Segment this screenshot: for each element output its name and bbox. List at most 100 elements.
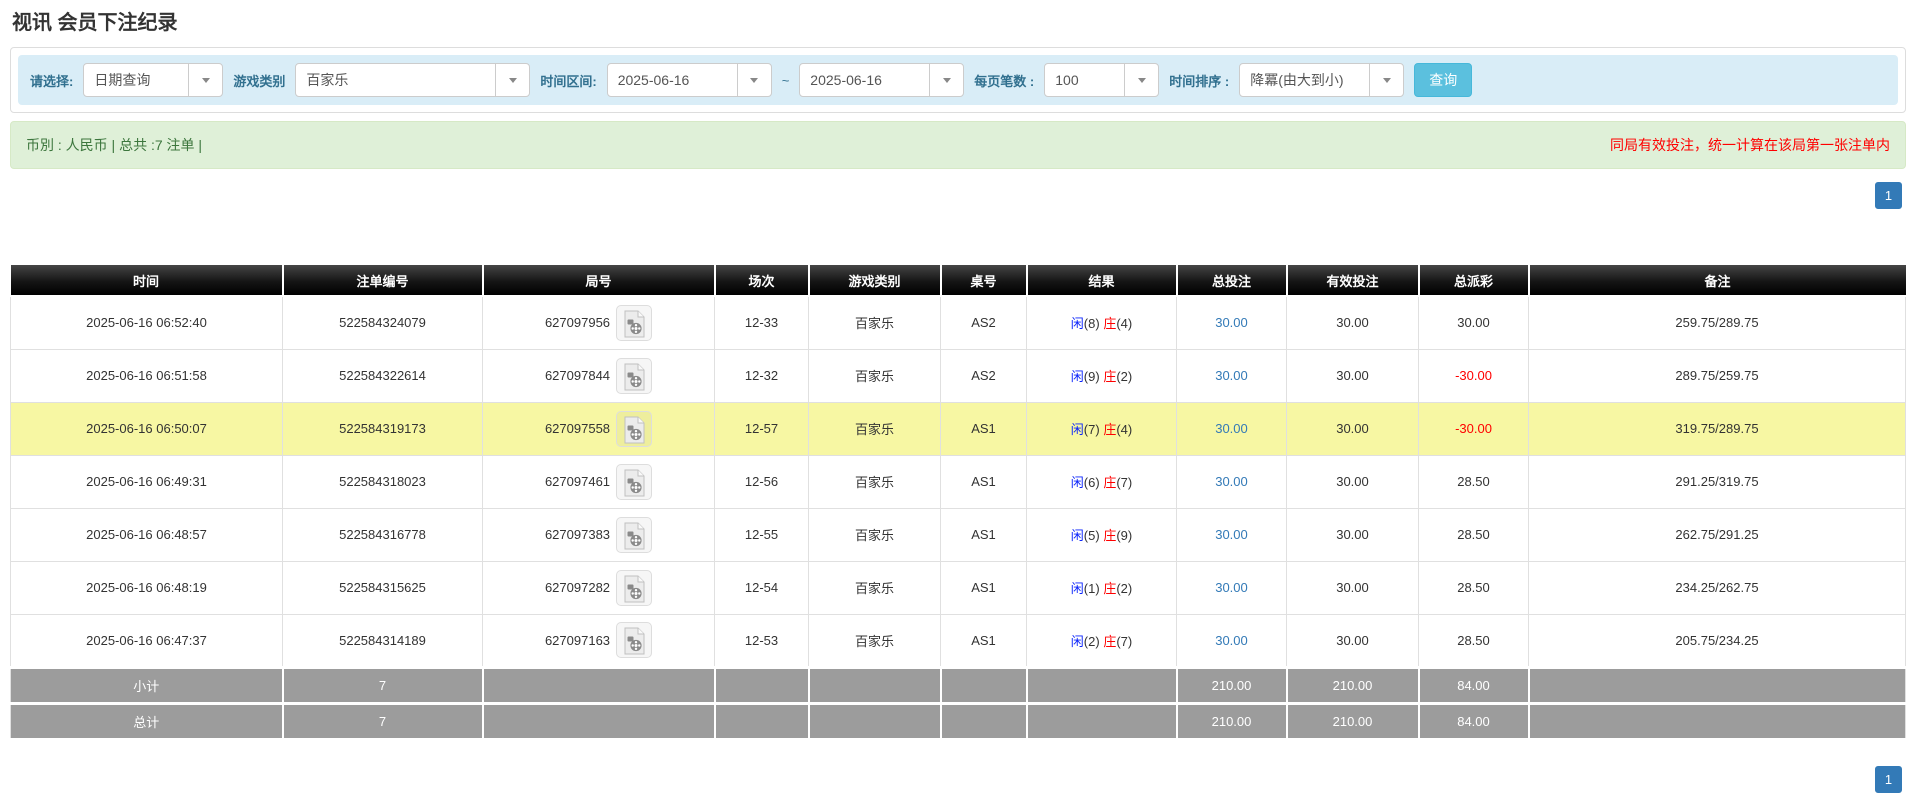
page-title: 视讯 会员下注纪录	[12, 12, 178, 34]
player-result: 闲	[1070, 369, 1084, 384]
time-cell: 2025-06-16 06:49:31	[10, 454, 283, 509]
game-cell: 百家乐	[808, 454, 941, 509]
date-to-value: 2025-06-16	[810, 72, 882, 88]
summary-valid-bet-cell: 210.00	[1285, 701, 1420, 741]
valid-bet-cell: 30.00	[1286, 401, 1419, 456]
column-header: 场次	[713, 265, 809, 297]
betting-records-table: 时间 注单编号 局号 场次 游戏类别 桌号 结果 总投注 有效投注 总派彩 备注 2025-06-1…	[10, 265, 1906, 741]
video-replay-button[interactable]	[616, 516, 653, 553]
game-cell: 百家乐	[808, 507, 941, 562]
range-separator: ~	[781, 72, 790, 88]
table-row: 2025-06-16 06:48:19 522584315625 6270972…	[10, 560, 1906, 615]
game-cell: 百家乐	[808, 401, 941, 456]
note-cell: 259.75/289.75	[1528, 295, 1906, 350]
chevron-down-icon	[495, 64, 529, 96]
session-cell: 12-57	[714, 401, 809, 456]
banker-result: 庄	[1103, 581, 1117, 596]
video-replay-button[interactable]	[616, 410, 653, 447]
payout-cell: 28.50	[1418, 454, 1529, 509]
total-bet-link[interactable]: 30.00	[1215, 421, 1248, 436]
table-row: 2025-06-16 06:48:57 522584316778 6270973…	[10, 507, 1906, 562]
session-cell: 12-56	[714, 454, 809, 509]
table-no-cell: AS2	[940, 348, 1027, 403]
session-cell: 12-55	[714, 507, 809, 562]
time-sort-select[interactable]: 降冪(由大到小)	[1239, 63, 1405, 97]
video-replay-button[interactable]	[616, 304, 653, 341]
round-cell: 627097461	[482, 454, 715, 509]
total-bet-cell: 30.00	[1176, 454, 1287, 509]
column-header: 备注	[1527, 265, 1906, 297]
round-id: 627097383	[544, 527, 611, 542]
banker-result: 庄	[1103, 422, 1117, 437]
filter-bar: 请选择: 日期查询 游戏类别 百家乐 时间区间: 2025-06-16 ~ 20…	[18, 55, 1898, 105]
table-no-cell: AS2	[940, 295, 1027, 350]
total-bet-link[interactable]: 30.00	[1215, 527, 1248, 542]
filter-panel: 请选择: 日期查询 游戏类别 百家乐 时间区间: 2025-06-16 ~ 20…	[10, 47, 1906, 113]
pagination-bottom: 1	[10, 765, 1902, 793]
search-button[interactable]: 查询	[1414, 63, 1473, 97]
session-cell: 12-32	[714, 348, 809, 403]
payout-cell: -30.00	[1418, 348, 1529, 403]
summary-row: 小计 7 210.00 210.00 84.00	[10, 665, 1906, 705]
time-cell: 2025-06-16 06:47:37	[10, 613, 283, 668]
payout-cell: 28.50	[1418, 507, 1529, 562]
note-cell: 289.75/259.75	[1528, 348, 1906, 403]
summary-total-bet-cell: 210.00	[1175, 665, 1288, 705]
total-bet-link[interactable]: 30.00	[1215, 315, 1248, 330]
game-cell: 百家乐	[808, 560, 941, 615]
summary-count-cell: 7	[281, 701, 484, 741]
video-film-icon	[624, 363, 645, 390]
total-bet-link[interactable]: 30.00	[1215, 474, 1248, 489]
bet-id-cell: 522584324079	[282, 295, 483, 350]
page-size-select[interactable]: 100	[1044, 63, 1160, 97]
round-id: 627097844	[544, 368, 611, 383]
date-from-value: 2025-06-16	[617, 72, 690, 88]
column-header: 注单编号	[281, 265, 483, 297]
column-header: 游戏类别	[807, 265, 941, 297]
banker-result: 庄	[1103, 528, 1117, 543]
video-replay-button[interactable]	[616, 357, 653, 394]
page-1-button[interactable]: 1	[1875, 182, 1902, 209]
chevron-down-icon	[929, 64, 963, 96]
table-no-cell: AS1	[940, 613, 1027, 668]
game-category-label: 游戏类别	[233, 73, 286, 89]
payout-cell: 30.00	[1418, 295, 1529, 350]
round-cell: 627097956	[482, 295, 715, 350]
info-bar: 币別 : 人民币 | 总共 :7 注单 | 同局有效投注，统一计算在该局第一张注…	[10, 121, 1906, 169]
time-cell: 2025-06-16 06:51:58	[10, 348, 283, 403]
time-range-label: 时间区间:	[540, 73, 597, 89]
page-1-button[interactable]: 1	[1875, 765, 1902, 793]
records-table-summary: 小计 7 210.00 210.00 84.00 总计 7 210.00 210…	[10, 665, 1906, 741]
table-row: 2025-06-16 06:52:40 522584324079 6270979…	[10, 295, 1906, 350]
query-type-select[interactable]: 日期查询	[83, 63, 224, 97]
total-bet-link[interactable]: 30.00	[1215, 633, 1248, 648]
table-row: 2025-06-16 06:51:58 522584322614 6270978…	[10, 348, 1906, 403]
video-film-icon	[624, 575, 645, 602]
summary-label-cell: 小计	[10, 665, 284, 705]
query-type-value: 日期查询	[94, 72, 151, 88]
game-category-select[interactable]: 百家乐	[295, 63, 531, 97]
note-cell: 291.25/319.75	[1528, 454, 1906, 509]
round-id: 627097558	[544, 421, 611, 436]
video-replay-button[interactable]	[616, 622, 653, 658]
total-bet-cell: 30.00	[1176, 401, 1287, 456]
total-bet-link[interactable]: 30.00	[1215, 580, 1248, 595]
total-bet-link[interactable]: 30.00	[1215, 368, 1248, 383]
bet-id-cell: 522584319173	[282, 401, 483, 456]
chevron-down-icon	[188, 64, 222, 96]
result-cell: 闲(8) 庄(4)	[1026, 295, 1177, 350]
video-replay-button[interactable]	[616, 463, 653, 500]
round-id: 627097282	[544, 580, 611, 595]
valid-bet-cell: 30.00	[1286, 348, 1419, 403]
player-result: 闲	[1070, 528, 1084, 543]
time-sort-value: 降冪(由大到小)	[1250, 72, 1344, 88]
video-replay-button[interactable]	[616, 569, 653, 606]
date-from-select[interactable]: 2025-06-16	[606, 63, 772, 97]
total-bet-cell: 30.00	[1176, 613, 1287, 668]
player-result: 闲	[1070, 422, 1084, 437]
date-to-select[interactable]: 2025-06-16	[799, 63, 965, 97]
table-no-cell: AS1	[940, 454, 1027, 509]
video-film-icon	[624, 310, 645, 338]
player-result: 闲	[1070, 316, 1084, 332]
round-cell: 627097282	[482, 560, 715, 615]
